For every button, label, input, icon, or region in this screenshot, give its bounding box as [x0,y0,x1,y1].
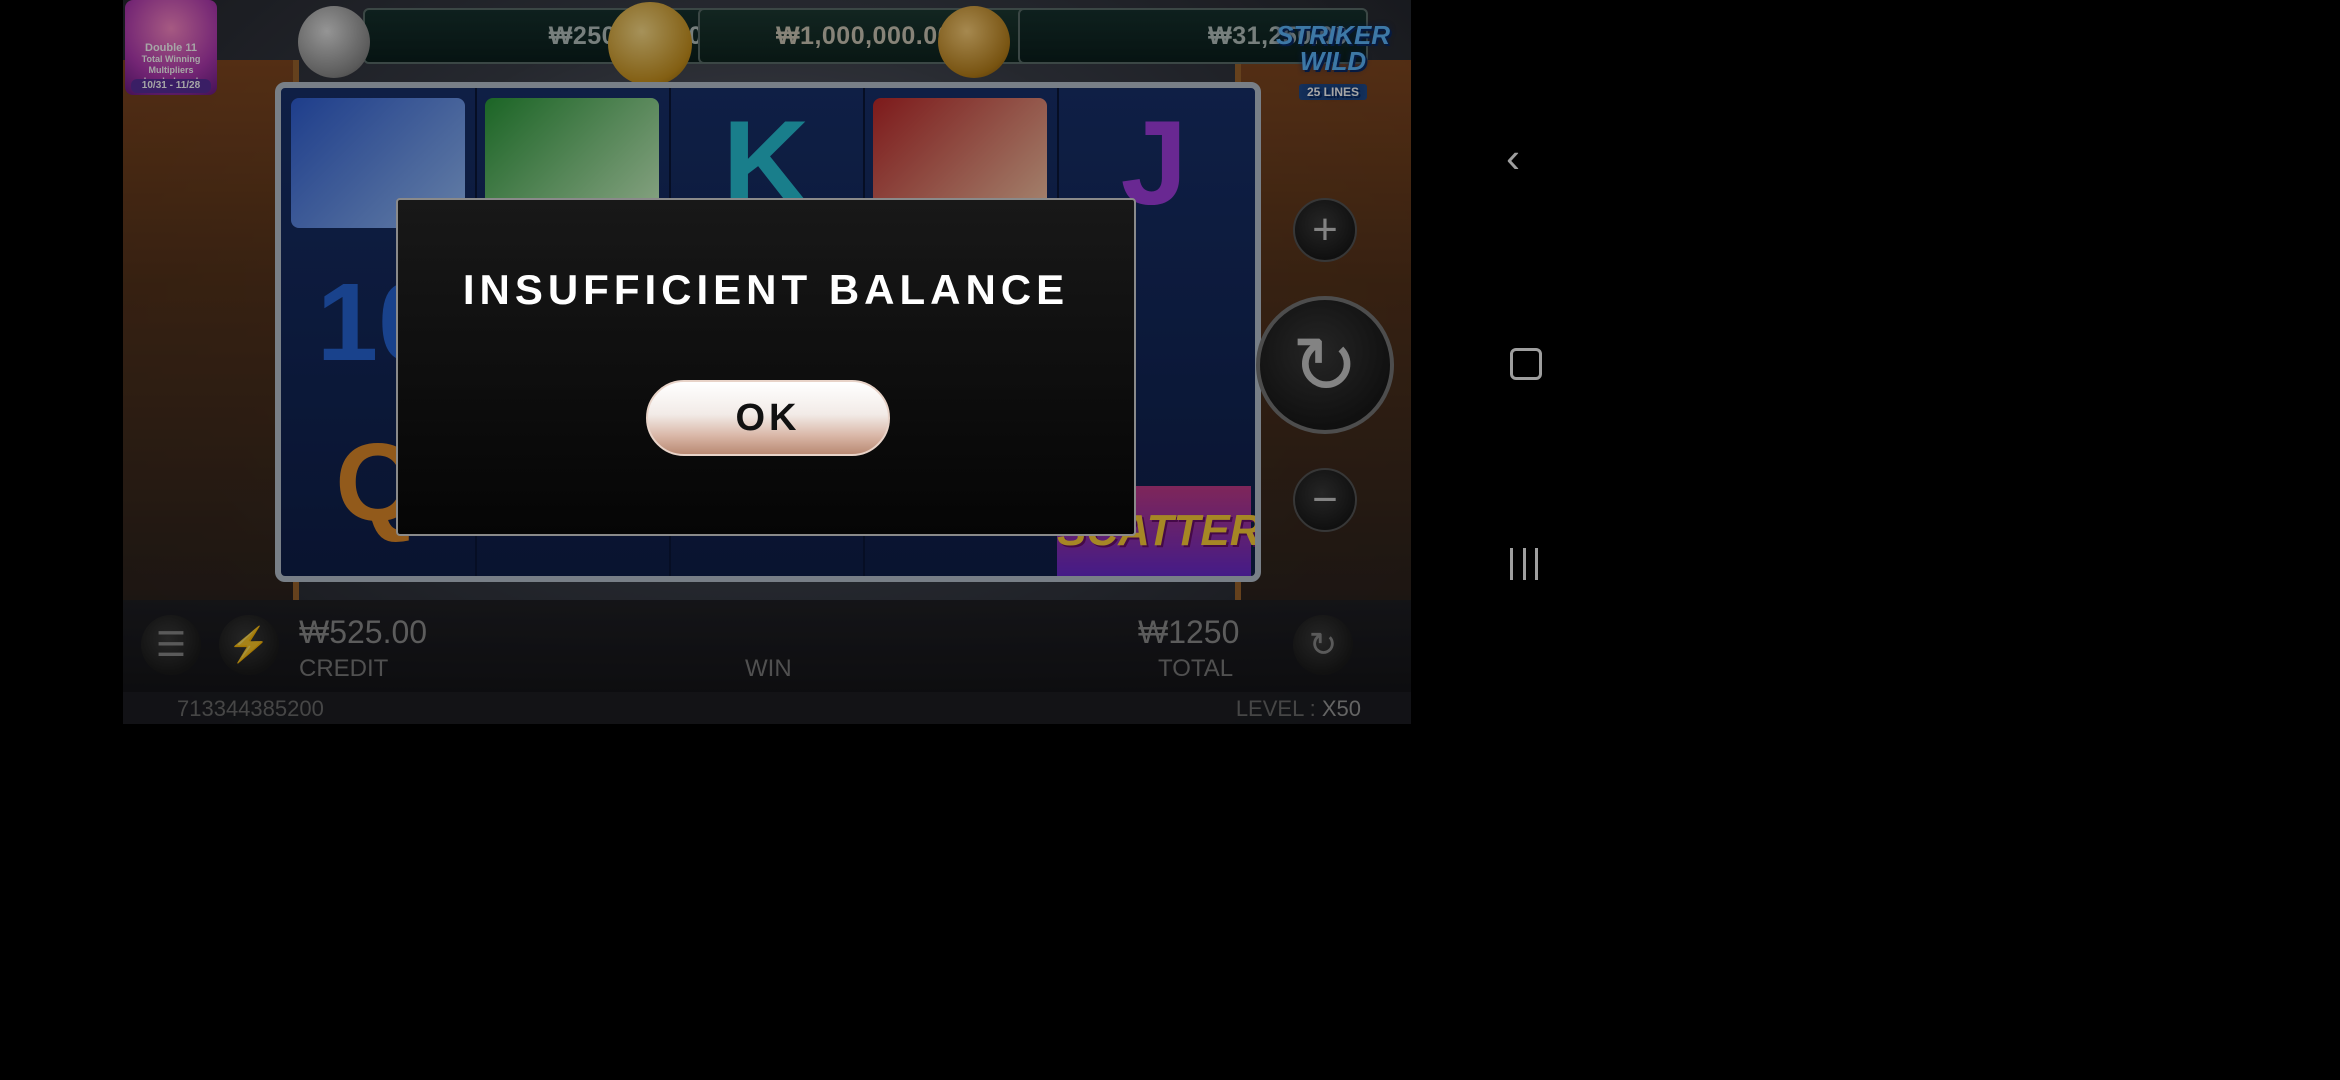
recents-icon[interactable] [1510,548,1538,580]
back-icon[interactable]: ‹ [1506,137,1542,179]
game-canvas: ₩250,000.00 ₩1,000,000.00 ₩31,250.00 Dou… [123,0,1411,724]
home-icon[interactable] [1510,348,1542,380]
dialog-title: INSUFFICIENT BALANCE [462,266,1070,313]
android-navigation-bar: ‹ [1484,0,1560,724]
insufficient-balance-dialog: INSUFFICIENT BALANCE OK [396,198,1136,536]
ok-button[interactable]: OK [646,380,890,456]
